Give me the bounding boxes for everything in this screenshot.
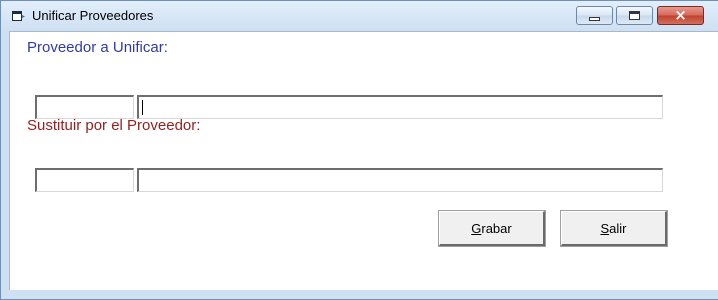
save-button[interactable]: Grabar	[439, 211, 545, 246]
replace-name-input[interactable]	[137, 168, 663, 192]
text-caret	[142, 100, 143, 115]
exit-button[interactable]: Salir	[561, 211, 667, 246]
app-window-icon	[12, 11, 25, 21]
provider-label: Proveedor a Unificar:	[27, 39, 168, 56]
minimize-icon	[589, 16, 600, 21]
exit-mnemonic: S	[600, 220, 610, 236]
close-button[interactable]: ×	[657, 6, 704, 25]
window-title: Unificar Proveedores	[32, 8, 154, 23]
maximize-icon	[629, 11, 640, 20]
provider-name-input[interactable]	[137, 95, 663, 119]
close-icon: ×	[674, 6, 687, 24]
provider-code-input[interactable]	[35, 95, 134, 119]
save-label-rest: rabar	[481, 220, 512, 236]
dialog-client-area	[9, 31, 718, 290]
dialog-window: Unificar Proveedores × Proveedor a Unifi…	[0, 0, 718, 300]
replace-label: Sustituir por el Proveedor:	[27, 117, 201, 134]
save-mnemonic: G	[471, 220, 482, 236]
maximize-button[interactable]	[616, 6, 653, 25]
replace-code-input[interactable]	[35, 168, 134, 192]
exit-label-rest: alir	[609, 220, 627, 236]
minimize-button[interactable]	[576, 6, 613, 25]
title-bar[interactable]: Unificar Proveedores ×	[1, 1, 718, 31]
